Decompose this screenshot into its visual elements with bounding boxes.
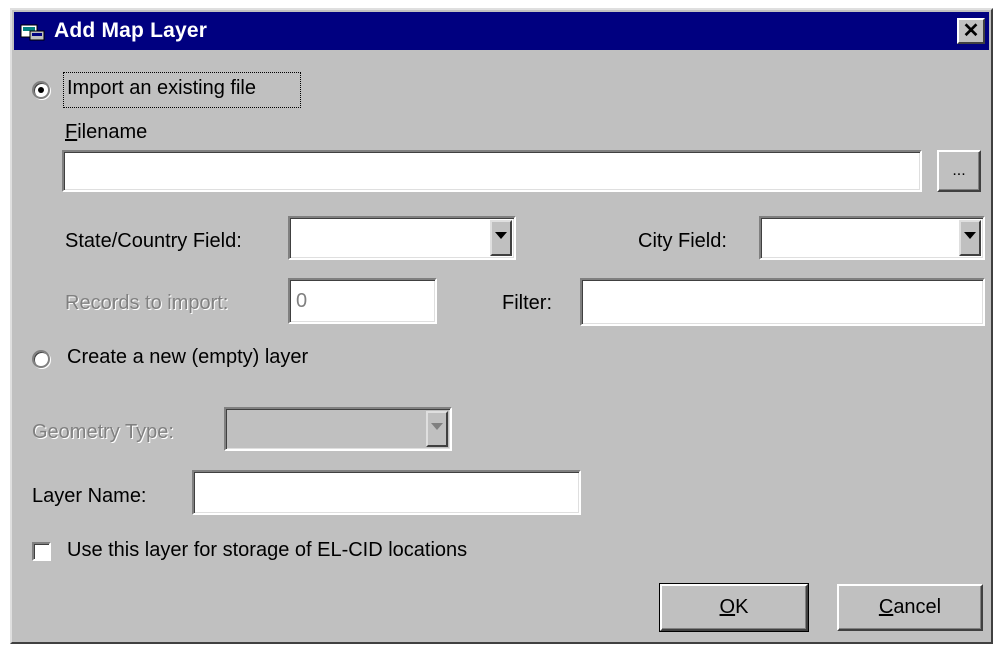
layer-name-input[interactable] (192, 470, 581, 515)
title-bar[interactable]: Add Map Layer ✕ (14, 12, 989, 50)
chevron-down-icon (426, 411, 448, 447)
cancel-label-rest: ancel (893, 596, 942, 618)
storage-checkbox-label[interactable]: Use this layer for storage of EL-CID loc… (67, 539, 467, 562)
storage-checkbox[interactable] (32, 542, 51, 561)
close-icon: ✕ (962, 20, 980, 42)
city-field-label: City Field: (638, 230, 727, 252)
filename-label-rest: ilename (77, 121, 148, 143)
layer-name-label: Layer Name: (32, 485, 147, 507)
map-layer-icon (20, 24, 45, 41)
geometry-type-combo (224, 407, 452, 451)
ok-label-rest: K (735, 596, 749, 618)
filename-label: Filename (65, 121, 147, 144)
add-map-layer-dialog: Add Map Layer ✕ Import an existing file … (10, 8, 993, 644)
dialog-title: Add Map Layer (54, 19, 208, 42)
browse-button[interactable]: ... (937, 150, 981, 192)
ok-mnemonic: O (719, 596, 736, 618)
import-file-radio[interactable] (32, 81, 50, 99)
state-country-combo[interactable] (288, 216, 516, 260)
filename-mnemonic: F (65, 121, 78, 143)
cancel-mnemonic: C (878, 596, 894, 618)
records-input (288, 278, 437, 324)
close-button[interactable]: ✕ (957, 18, 985, 44)
chevron-down-icon[interactable] (959, 220, 981, 256)
chevron-down-icon[interactable] (490, 220, 512, 256)
city-field-combo[interactable] (759, 216, 985, 260)
geometry-type-label: Geometry Type: (32, 421, 174, 443)
records-label: Records to import: (65, 292, 229, 314)
create-layer-label[interactable]: Create a new (empty) layer (67, 346, 308, 369)
cancel-button[interactable]: Cancel (837, 584, 983, 631)
ok-button[interactable]: OK (659, 583, 809, 632)
filter-input[interactable] (580, 278, 985, 326)
filename-input[interactable] (62, 150, 922, 192)
create-layer-radio[interactable] (32, 350, 50, 368)
import-file-label[interactable]: Import an existing file (67, 77, 256, 100)
filter-label: Filter: (502, 292, 552, 314)
state-country-label: State/Country Field: (65, 230, 242, 252)
